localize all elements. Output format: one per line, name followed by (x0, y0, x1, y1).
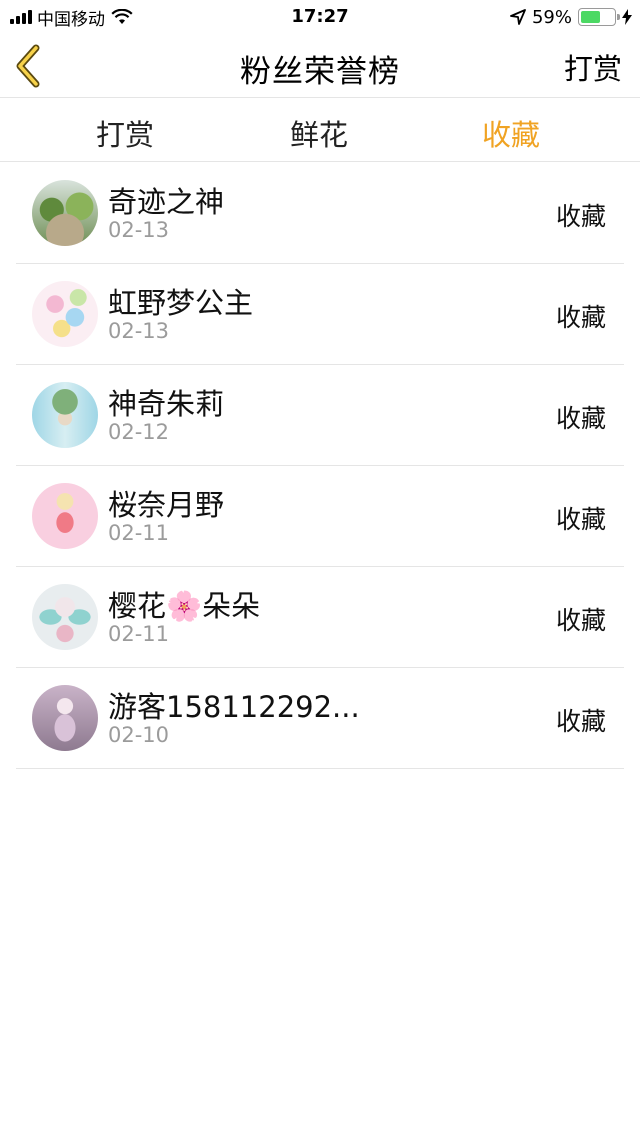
navigation-bar: 粉丝荣誉榜 打赏 (0, 36, 640, 98)
fan-action-label: 收藏 (555, 505, 606, 534)
location-arrow-icon (510, 9, 526, 25)
fan-action-label: 收藏 (555, 707, 606, 736)
list-item[interactable]: 神奇朱莉 02-12 收藏 (16, 365, 624, 466)
reward-button[interactable]: 打赏 (564, 46, 622, 88)
battery-percent: 59% (531, 6, 572, 28)
fan-name: 神奇朱莉 (108, 387, 225, 421)
avatar (32, 685, 98, 751)
fan-date: 02-13 (108, 319, 170, 343)
list-item[interactable]: 游客158112292... 02-10 收藏 (16, 668, 624, 769)
tab-favorites[interactable]: 收藏 (482, 112, 540, 154)
fan-date: 02-10 (108, 723, 170, 747)
fan-date: 02-11 (108, 521, 170, 545)
fan-action-label: 收藏 (555, 606, 606, 635)
fan-date: 02-11 (108, 622, 170, 646)
tab-reward[interactable]: 打赏 (96, 112, 154, 154)
status-bar: 中国移动 17:27 59% (0, 0, 640, 36)
avatar (32, 281, 98, 347)
fan-date: 02-13 (108, 218, 170, 242)
charging-bolt-icon (622, 9, 632, 25)
fan-name: 桜奈月野 (108, 488, 225, 522)
avatar (32, 483, 98, 549)
battery-fill (581, 11, 600, 23)
fan-name: 虹野梦公主 (108, 286, 254, 320)
list-item[interactable]: 桜奈月野 02-11 收藏 (16, 466, 624, 567)
battery-icon (578, 8, 620, 26)
tab-flowers[interactable]: 鲜花 (290, 112, 348, 154)
fan-date: 02-12 (108, 420, 170, 444)
fan-list: 奇迹之神 02-13 收藏 虹野梦公主 02-13 收藏 神奇朱莉 02-12 … (16, 163, 624, 769)
fan-action-label: 收藏 (555, 303, 606, 332)
status-right: 59% (510, 6, 632, 28)
avatar (32, 180, 98, 246)
avatar (32, 382, 98, 448)
list-item[interactable]: 樱花🌸朵朵 02-11 收藏 (16, 567, 624, 668)
list-item[interactable]: 虹野梦公主 02-13 收藏 (16, 264, 624, 365)
list-item[interactable]: 奇迹之神 02-13 收藏 (16, 163, 624, 264)
fan-name: 樱花🌸朵朵 (108, 589, 261, 623)
fan-action-label: 收藏 (555, 404, 606, 433)
tab-bar: 打赏 鲜花 收藏 (0, 98, 640, 162)
fan-action-label: 收藏 (555, 202, 606, 231)
fan-name: 奇迹之神 (108, 185, 225, 219)
avatar (32, 584, 98, 650)
page-title: 粉丝荣誉榜 (240, 54, 400, 90)
fan-name: 游客158112292... (108, 690, 360, 724)
